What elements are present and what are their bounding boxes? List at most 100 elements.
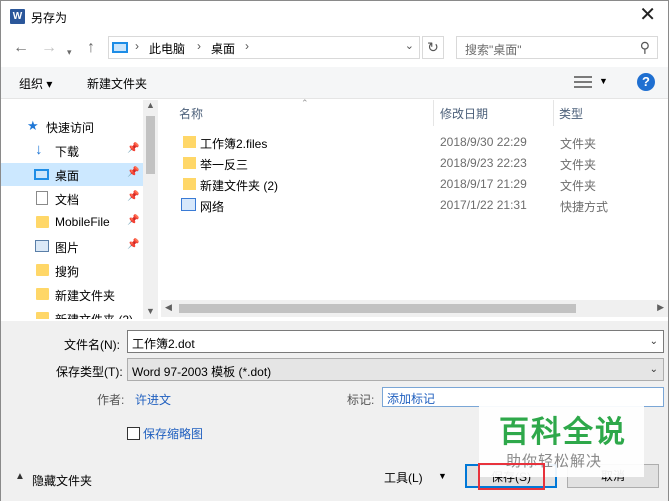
pin-icon[interactable]: 📌 — [127, 191, 139, 202]
horizontal-scrollbar-thumb[interactable] — [179, 304, 576, 313]
folder-icon — [183, 136, 196, 148]
column-header-date[interactable]: 修改日期 — [440, 105, 488, 122]
sidebar-item-new-folder[interactable]: 新建文件夹 — [1, 283, 143, 306]
sidebar-item-desktop[interactable]: 桌面 📌 — [1, 163, 143, 186]
breadcrumb-desktop[interactable]: 桌面 — [211, 40, 235, 57]
view-dropdown-chevron-icon[interactable]: ▼ — [599, 76, 608, 86]
sidebar-item-sogou[interactable]: 搜狗 — [1, 259, 143, 282]
star-icon: ★ — [27, 118, 39, 133]
sidebar-item-label: 搜狗 — [55, 265, 80, 279]
network-shortcut-icon — [181, 198, 196, 211]
scroll-up-icon[interactable]: ▲ — [146, 100, 155, 110]
desktop-icon — [34, 169, 49, 180]
navigation-pane: ★ 快速访问 ↓ 下载 📌 桌面 📌 文档 📌 MobileFile 📌 图片 … — [1, 100, 158, 319]
address-dropdown-icon[interactable]: ⌄ — [405, 39, 414, 52]
file-date: 2018/9/23 22:23 — [440, 156, 527, 170]
folder-icon — [36, 216, 49, 228]
command-bar: 组织 ▾ 新建文件夹 ▼ ? — [1, 67, 668, 99]
sidebar-scrollbar-thumb[interactable] — [146, 116, 155, 174]
sidebar-item-new-folder-2[interactable]: 新建文件夹 (2) — [1, 307, 143, 319]
sidebar-item-downloads[interactable]: ↓ 下载 📌 — [1, 139, 143, 162]
folder-icon — [183, 178, 196, 190]
back-arrow-icon[interactable]: ← — [13, 38, 29, 58]
author-value[interactable]: 许进文 — [135, 391, 171, 408]
file-date: 2018/9/30 22:29 — [440, 135, 527, 149]
window-title: 另存为 — [31, 11, 68, 25]
pin-icon[interactable]: 📌 — [127, 215, 139, 226]
chevron-down-icon[interactable]: ⌄ — [650, 364, 658, 375]
column-header-type[interactable]: 类型 — [559, 105, 583, 122]
sidebar-item-label: MobileFile — [55, 215, 110, 229]
file-row[interactable]: 网络 2017/1/22 21:31 快捷方式 — [177, 195, 657, 216]
chevron-right-icon[interactable]: › — [135, 39, 139, 53]
sidebar-item-label: 下载 — [55, 145, 80, 159]
save-thumbnail-checkbox[interactable] — [127, 427, 140, 440]
author-label: 作者: — [97, 393, 125, 407]
tools-button[interactable]: 工具(L) — [384, 469, 423, 486]
chevron-right-icon[interactable]: › — [197, 39, 201, 53]
folder-icon — [36, 288, 49, 300]
chevron-right-icon[interactable]: › — [245, 39, 249, 53]
folder-icon — [36, 312, 49, 319]
file-row[interactable]: 新建文件夹 (2) 2018/9/17 21:29 文件夹 — [177, 174, 657, 195]
scroll-left-icon[interactable]: ◀ — [165, 302, 172, 313]
search-input[interactable]: 搜索"桌面" ⚲ — [456, 36, 658, 59]
address-bar[interactable]: › 此电脑 › 桌面 › ⌄ — [108, 36, 420, 59]
up-arrow-icon[interactable]: ↑ — [87, 38, 95, 58]
horizontal-scrollbar[interactable]: ◀ ▶ — [161, 300, 668, 317]
sidebar-item-label: 桌面 — [55, 169, 80, 183]
tags-value: 添加标记 — [387, 392, 436, 406]
breadcrumb-this-pc[interactable]: 此电脑 — [149, 40, 185, 57]
title-bar: W 另存为 ✕ — [1, 1, 668, 32]
tags-label: 标记: — [347, 393, 375, 407]
scroll-down-icon[interactable]: ▼ — [146, 306, 155, 316]
sidebar-item-label: 文档 — [55, 193, 80, 207]
column-divider[interactable] — [553, 100, 554, 126]
file-date: 2018/9/17 21:29 — [440, 177, 527, 191]
file-row[interactable]: 工作簿2.files 2018/9/30 22:29 文件夹 — [177, 132, 657, 153]
tools-dropdown-icon[interactable]: ▼ — [438, 471, 447, 481]
hide-folders-button[interactable]: 隐藏文件夹 — [32, 472, 92, 489]
pin-icon[interactable]: 📌 — [127, 239, 139, 250]
pin-icon[interactable]: 📌 — [127, 143, 139, 154]
sidebar-item-label: 新建文件夹 (2) — [55, 311, 133, 319]
save-as-dialog: W 另存为 ✕ ← → ▾ ↑ › 此电脑 › 桌面 › ⌄ ↻ 搜索"桌面" … — [0, 0, 669, 501]
save-thumbnail-label[interactable]: 保存缩略图 — [143, 425, 203, 442]
savetype-label: 保存类型(T): — [56, 365, 123, 379]
pin-icon[interactable]: 📌 — [127, 167, 139, 178]
chevron-up-icon[interactable]: ▲ — [15, 471, 25, 482]
help-icon[interactable]: ? — [637, 73, 655, 91]
sidebar-item-label: 快速访问 — [46, 121, 95, 135]
word-app-icon: W — [10, 9, 25, 24]
file-row[interactable]: 举一反三 2018/9/23 22:23 文件夹 — [177, 153, 657, 174]
sidebar-item-documents[interactable]: 文档 📌 — [1, 187, 143, 210]
file-name: 网络 — [200, 200, 225, 214]
watermark-title: 百科全说 — [499, 416, 627, 449]
folder-icon — [183, 157, 196, 169]
filename-input[interactable]: 工作簿2.dot ⌄ — [127, 330, 664, 353]
column-header-name[interactable]: 名称 — [179, 105, 203, 122]
scroll-right-icon[interactable]: ▶ — [657, 302, 664, 313]
chevron-down-icon[interactable]: ⌄ — [650, 336, 658, 347]
this-pc-icon — [112, 42, 128, 53]
file-name: 新建文件夹 (2) — [200, 179, 279, 193]
search-icon[interactable]: ⚲ — [640, 39, 650, 56]
savetype-select[interactable]: Word 97-2003 模板 (*.dot) ⌄ — [127, 358, 664, 381]
recent-locations-chevron-icon[interactable]: ▾ — [67, 42, 72, 62]
forward-arrow-icon[interactable]: → — [41, 38, 57, 58]
sidebar-item-mobilefile[interactable]: MobileFile 📌 — [1, 211, 143, 234]
file-name: 举一反三 — [200, 158, 249, 172]
new-folder-button[interactable]: 新建文件夹 — [87, 75, 147, 92]
refresh-icon[interactable]: ↻ — [422, 36, 444, 59]
sidebar-item-pictures[interactable]: 图片 📌 — [1, 235, 143, 258]
file-date: 2017/1/22 21:31 — [440, 198, 527, 212]
search-placeholder: 搜索"桌面" — [465, 43, 522, 57]
view-options-icon[interactable] — [574, 76, 592, 88]
close-icon[interactable]: ✕ — [639, 5, 656, 25]
navigation-bar: ← → ▾ ↑ › 此电脑 › 桌面 › ⌄ ↻ 搜索"桌面" ⚲ — [1, 34, 668, 64]
pictures-icon — [35, 240, 49, 252]
organize-button[interactable]: 组织 ▾ — [19, 75, 52, 92]
sidebar-item-quick-access[interactable]: ★ 快速访问 — [1, 115, 143, 138]
column-divider[interactable] — [433, 100, 434, 126]
download-arrow-icon: ↓ — [35, 141, 43, 158]
